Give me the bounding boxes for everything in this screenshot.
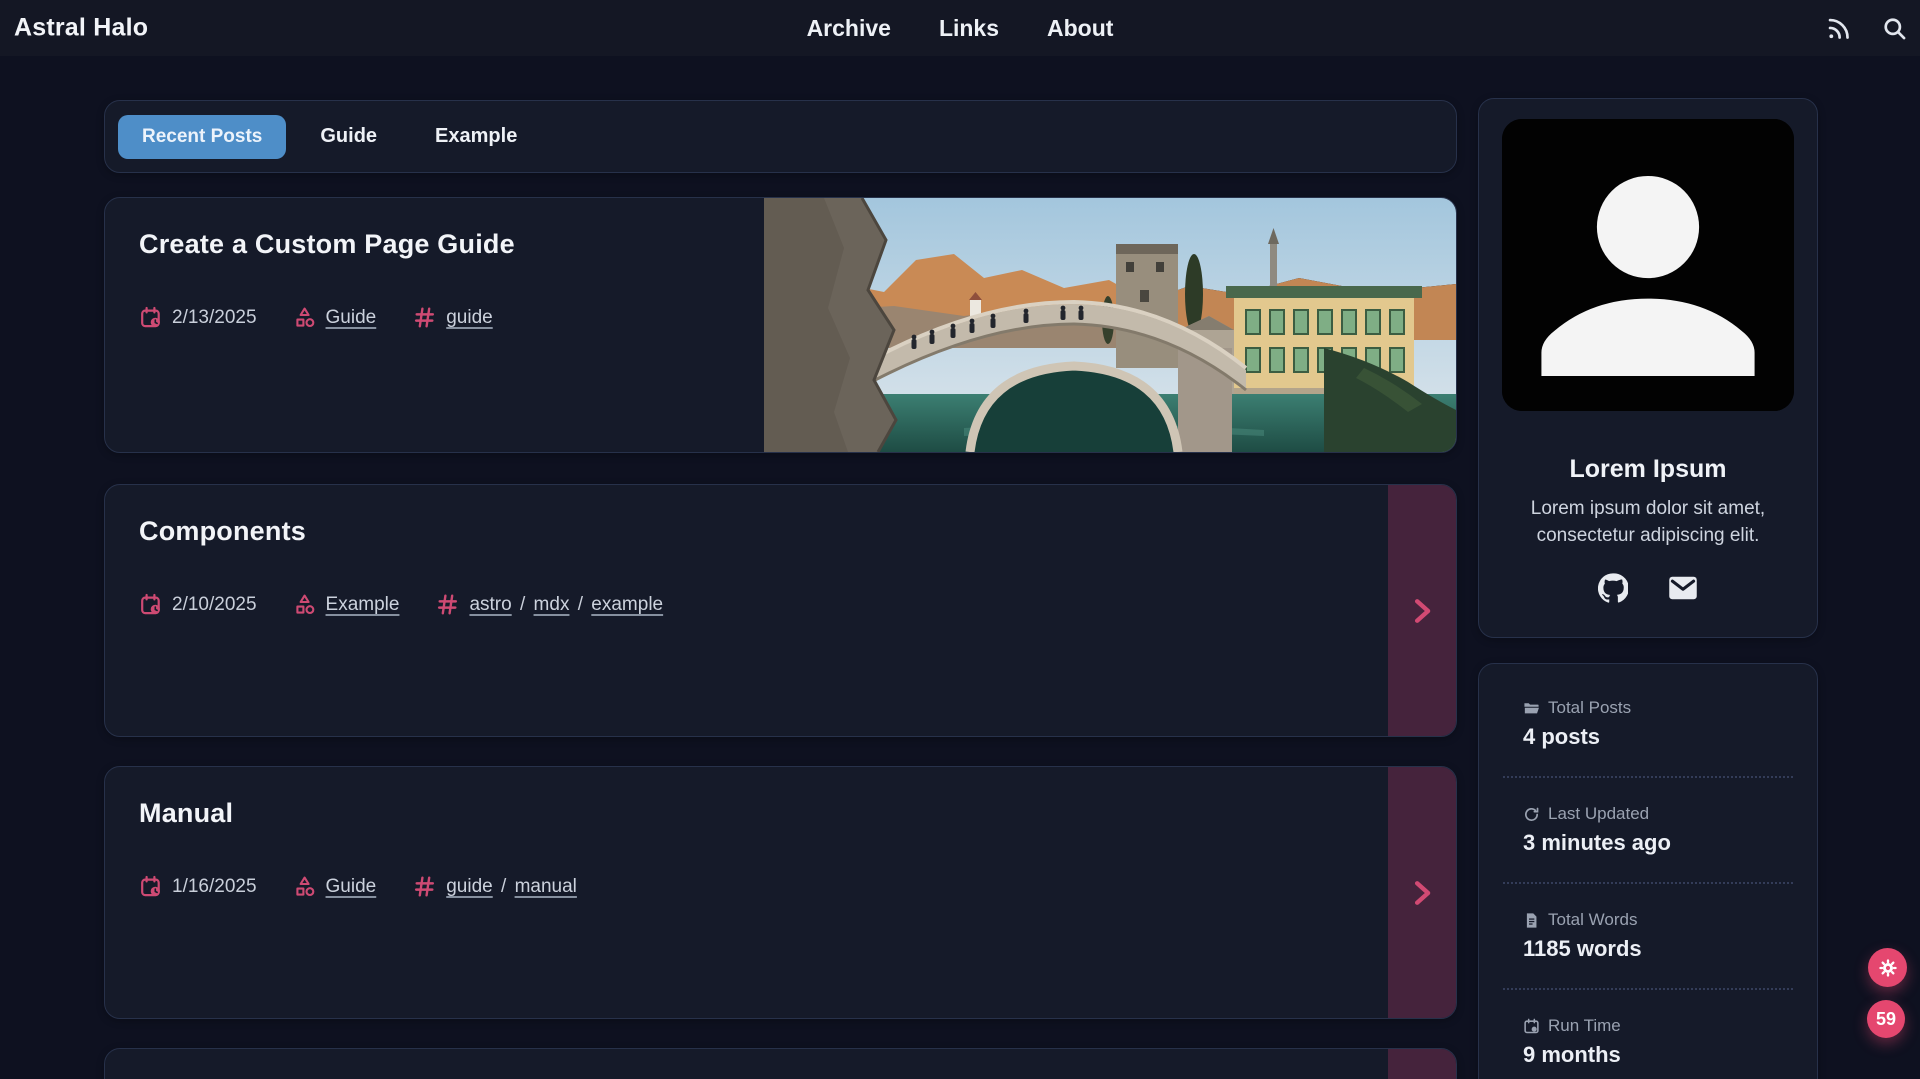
post-category: Guide xyxy=(293,875,377,899)
post-card[interactable]: Components 2/10/2025 xyxy=(104,484,1457,737)
page: Astral Halo Archive Links About Recent P… xyxy=(0,0,1920,1079)
post-open-strip[interactable] xyxy=(1388,485,1456,736)
nav-link-archive[interactable]: Archive xyxy=(807,15,891,42)
tag-link[interactable]: guide xyxy=(446,307,493,328)
post-tags: guide / manual xyxy=(446,876,577,898)
category-shapes-icon xyxy=(293,593,317,617)
post-title[interactable]: Components xyxy=(139,516,663,547)
category-shapes-icon xyxy=(293,875,317,899)
profile-bio: Lorem ipsum dolor sit amet, consectetur … xyxy=(1519,496,1777,549)
chevron-right-icon xyxy=(1407,594,1437,628)
post-title[interactable]: Create a Custom Page Guide xyxy=(139,229,515,260)
post-date-text: 2/13/2025 xyxy=(172,307,257,329)
post-tags-item: astro / mdx / example xyxy=(435,592,663,617)
tab-recent-posts[interactable]: Recent Posts xyxy=(118,115,286,159)
search-icon[interactable] xyxy=(1880,14,1908,42)
calendar-clock-icon xyxy=(139,875,163,899)
tag-link[interactable]: manual xyxy=(515,876,577,897)
stat-label-text: Total Words xyxy=(1548,910,1637,930)
tag-separator: / xyxy=(512,594,534,615)
post-tags: astro / mdx / example xyxy=(469,594,663,616)
hash-icon xyxy=(412,305,437,330)
site-title[interactable]: Astral Halo xyxy=(14,14,148,43)
post-category: Example xyxy=(293,593,400,617)
document-icon xyxy=(1523,912,1540,929)
post-tags: guide xyxy=(446,307,493,329)
stat-value-text: 4 posts xyxy=(1523,724,1773,750)
nav-link-links[interactable]: Links xyxy=(939,15,999,42)
post-body: Components 2/10/2025 xyxy=(139,516,663,617)
category-link[interactable]: Guide xyxy=(326,876,377,898)
stats-card: Total Posts 4 posts Last Updated 3 minut… xyxy=(1478,663,1818,1079)
tag-link[interactable]: example xyxy=(591,594,663,615)
hash-icon xyxy=(435,592,460,617)
tag-link[interactable]: astro xyxy=(469,594,511,615)
tag-separator: / xyxy=(569,594,591,615)
stat-total-words: Total Words 1185 words xyxy=(1503,882,1793,988)
post-date: 1/16/2025 xyxy=(139,875,257,899)
chevron-right-icon xyxy=(1407,876,1437,910)
bridge-photo-illustration xyxy=(764,198,1456,452)
post-date-text: 1/16/2025 xyxy=(172,876,257,898)
post-body: Manual 1/16/2025 xyxy=(139,798,577,899)
category-link[interactable]: Guide xyxy=(326,307,377,329)
post-date: 2/13/2025 xyxy=(139,306,257,330)
post-date: 2/10/2025 xyxy=(139,593,257,617)
category-shapes-icon xyxy=(293,306,317,330)
github-icon[interactable] xyxy=(1598,573,1628,603)
stat-total-posts: Total Posts 4 posts xyxy=(1503,672,1793,776)
navbar: Astral Halo Archive Links About xyxy=(0,0,1920,56)
calendar-icon xyxy=(1523,1018,1540,1035)
gear-icon xyxy=(1878,958,1898,978)
post-meta: 2/13/2025 Guide guide xyxy=(139,305,515,330)
profile-name: Lorem Ipsum xyxy=(1570,455,1727,484)
stat-value-text: 9 months xyxy=(1523,1042,1773,1068)
refresh-icon xyxy=(1523,806,1540,823)
post-card-partial[interactable] xyxy=(104,1048,1457,1079)
folder-icon xyxy=(1523,700,1540,717)
nav-icon-group xyxy=(1824,0,1908,56)
post-tags-item: guide xyxy=(412,305,493,330)
rss-icon[interactable] xyxy=(1824,14,1852,42)
email-icon[interactable] xyxy=(1668,573,1698,603)
post-card[interactable]: Create a Custom Page Guide 2/13/2025 xyxy=(104,197,1457,453)
hash-icon xyxy=(412,874,437,899)
nav-links: Archive Links About xyxy=(807,0,1114,56)
tab-guide[interactable]: Guide xyxy=(296,114,401,159)
tabs-card: Recent Posts Guide Example xyxy=(104,100,1457,173)
person-icon xyxy=(1502,119,1794,411)
post-meta: 1/16/2025 Guide guide / manual xyxy=(139,874,577,899)
counter-fab[interactable]: 59 xyxy=(1867,1000,1905,1038)
stat-label-text: Run Time xyxy=(1548,1016,1621,1036)
stat-value-text: 3 minutes ago xyxy=(1523,830,1773,856)
post-meta: 2/10/2025 Example astro / mdx / exa xyxy=(139,592,663,617)
post-open-strip[interactable] xyxy=(1388,1049,1456,1079)
tab-example[interactable]: Example xyxy=(411,114,541,159)
post-category: Guide xyxy=(293,306,377,330)
stat-value-text: 1185 words xyxy=(1523,936,1773,962)
nav-link-about[interactable]: About xyxy=(1047,15,1113,42)
stat-label-text: Last Updated xyxy=(1548,804,1649,824)
post-card[interactable]: Manual 1/16/2025 xyxy=(104,766,1457,1019)
profile-card: Lorem Ipsum Lorem ipsum dolor sit amet, … xyxy=(1478,98,1818,638)
post-tags-item: guide / manual xyxy=(412,874,577,899)
post-open-strip[interactable] xyxy=(1388,767,1456,1018)
stat-label-text: Total Posts xyxy=(1548,698,1631,718)
social-row xyxy=(1598,573,1698,603)
calendar-clock-icon xyxy=(139,306,163,330)
calendar-clock-icon xyxy=(139,593,163,617)
avatar xyxy=(1502,119,1794,411)
post-cover-image[interactable] xyxy=(764,198,1456,452)
tag-link[interactable]: mdx xyxy=(534,594,570,615)
post-date-text: 2/10/2025 xyxy=(172,594,257,616)
stat-last-updated: Last Updated 3 minutes ago xyxy=(1503,776,1793,882)
post-title[interactable]: Manual xyxy=(139,798,577,829)
tag-separator: / xyxy=(493,876,515,897)
settings-fab[interactable] xyxy=(1868,948,1907,987)
category-link[interactable]: Example xyxy=(326,594,400,616)
stat-run-time: Run Time 9 months xyxy=(1503,988,1793,1079)
tag-link[interactable]: guide xyxy=(446,876,493,897)
post-body: Create a Custom Page Guide 2/13/2025 xyxy=(139,229,515,330)
